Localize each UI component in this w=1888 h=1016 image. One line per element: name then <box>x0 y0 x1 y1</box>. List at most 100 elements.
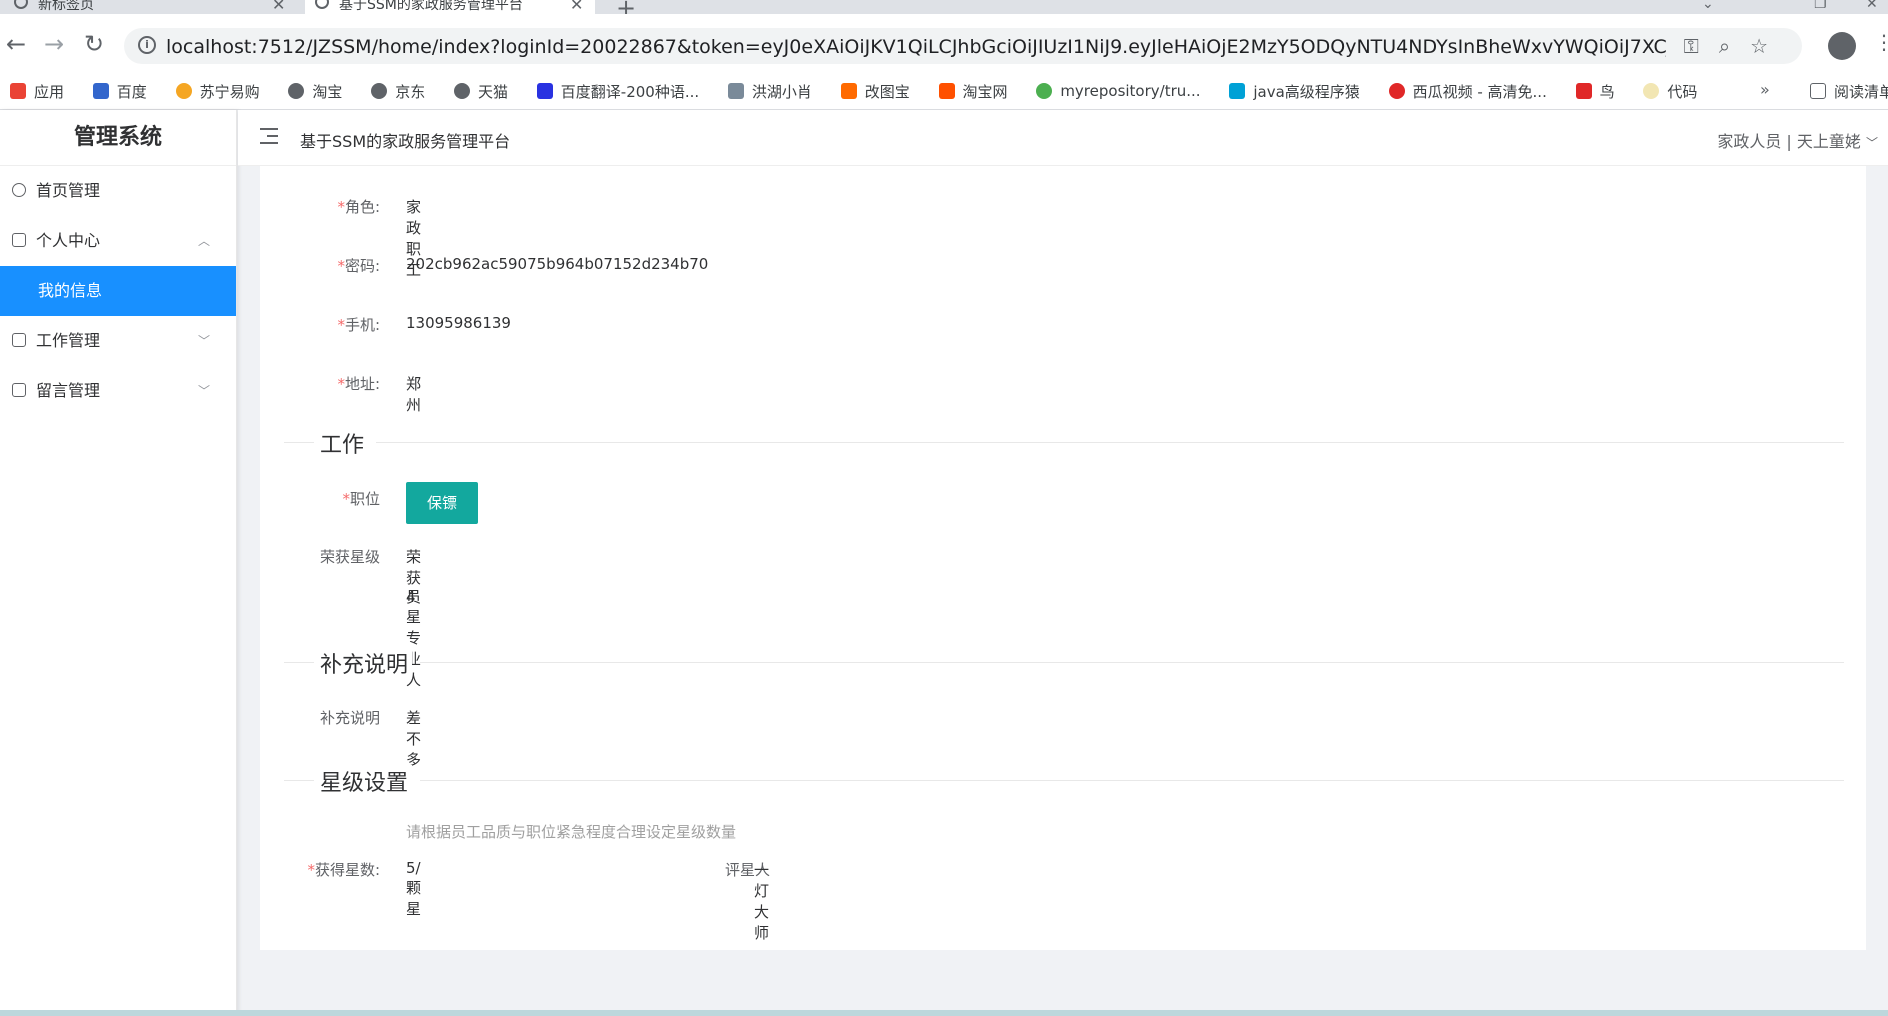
bookmark-code[interactable]: 代码 <box>1643 74 1697 108</box>
bookmark-xigua[interactable]: 西瓜视频 - 高清免... <box>1388 74 1547 108</box>
more-bookmarks-icon[interactable]: » <box>1760 80 1770 99</box>
chevron-down-icon: ﹀ <box>197 334 210 348</box>
section-star-title: 星级设置 <box>316 765 413 797</box>
taobao-icon <box>938 83 955 99</box>
message-icon <box>12 383 26 397</box>
info-icon[interactable]: i <box>138 36 156 54</box>
rater-value: 一灯大师 <box>754 861 770 942</box>
moon-icon <box>1643 83 1660 99</box>
user-dropdown[interactable]: 家政人员 | 天上童姥 ﹀ <box>1717 128 1878 152</box>
bookmark-myrepository[interactable]: myrepository/tru... <box>1036 74 1201 108</box>
address-value: 郑州 <box>406 375 422 414</box>
header-title: 基于SSM的家政服务管理平台 <box>300 132 511 151</box>
globe-icon <box>288 83 305 99</box>
close-window-icon[interactable]: ✕ <box>1866 0 1878 12</box>
position-label: *职位 <box>342 490 380 508</box>
key-icon[interactable]: ⚿ <box>1684 34 1719 58</box>
app-root: 管理系统 首页管理 个人中心 ︿ 我的信息 工作管理 ﹀ 留言管理 ﹀ 基于SS… <box>0 110 1888 1016</box>
globe-icon <box>315 0 329 9</box>
menu-toggle-icon[interactable] <box>260 128 278 144</box>
system-title: 管理系统 <box>0 110 236 166</box>
grid-icon <box>12 333 26 347</box>
sidebar-item-personal-center[interactable]: 个人中心 ︿ <box>0 216 236 266</box>
bookmark-honghu[interactable]: 洪湖小肖 <box>727 74 812 108</box>
honor-label: 荣获星级 <box>319 548 380 566</box>
bookmark-jd[interactable]: 京东 <box>371 74 425 108</box>
tab-search-icon[interactable]: ⌄ <box>1702 0 1714 12</box>
bookmarks-bar: 应用 百度 苏宁易购 淘宝 京东 天猫 百度翻译-200种语... 洪湖小肖 改… <box>0 74 1888 110</box>
globe-icon <box>14 0 28 9</box>
bookmark-niao[interactable]: 鸟 <box>1575 74 1615 108</box>
zoom-icon[interactable]: ⌕ <box>1719 34 1750 58</box>
bookmark-tmall[interactable]: 天猫 <box>453 74 508 108</box>
star-icon[interactable]: ☆ <box>1750 34 1788 58</box>
close-icon[interactable]: ✕ <box>570 0 583 13</box>
stars-label: *获得星数: <box>307 861 380 879</box>
password-label: *密码: <box>337 257 380 275</box>
top-header: 基于SSM的家政服务管理平台 家政人员 | 天上童姥 ﹀ <box>238 110 1888 166</box>
role-label: *角色: <box>337 198 380 216</box>
restore-icon[interactable]: ❐ <box>1814 0 1827 12</box>
bookmark-baidu-translate[interactable]: 百度翻译-200种语... <box>536 74 699 108</box>
omnibox-actions: ⚿⌕☆ <box>1684 34 1788 58</box>
baidu-paw-icon <box>92 83 109 99</box>
bilibili-icon <box>1229 83 1246 99</box>
dashboard-icon <box>12 183 26 197</box>
supplement-label: 补充说明 <box>319 709 380 727</box>
phone-value: 13095986139 <box>406 314 511 332</box>
bookmark-suning[interactable]: 苏宁易购 <box>175 74 260 108</box>
cube-icon <box>12 233 26 247</box>
bookmark-java[interactable]: java高级程序猿 <box>1229 74 1360 108</box>
reload-icon[interactable]: ↻ <box>84 30 104 58</box>
browser-tab-newtab[interactable]: 新标签页 <box>14 0 294 14</box>
browser-tab-active[interactable]: 基于SSM的家政服务管理平台 <box>305 0 595 14</box>
chevron-down-icon: ﹀ <box>1865 136 1878 150</box>
bookmark-apps[interactable]: 应用 <box>10 74 64 108</box>
image-icon <box>840 83 857 99</box>
globe-icon <box>453 83 470 99</box>
profile-card: *角色: 家政职工 *密码: 202cb962ac59075b964b07152… <box>260 166 1866 950</box>
honor-value-line2: 员 <box>406 588 422 606</box>
chrome-icon <box>1036 83 1053 99</box>
translate-icon <box>536 83 553 99</box>
section-work-title: 工作 <box>316 427 369 459</box>
star-hint: 请根据员工品质与职位紧急程度合理设定星级数量 <box>406 822 737 841</box>
play-icon <box>1388 83 1405 99</box>
suning-lion-icon <box>175 83 192 99</box>
sidebar-item-messages[interactable]: 留言管理 ﹀ <box>0 366 236 416</box>
section-supplement: 补充说明 <box>284 647 1844 679</box>
sidebar-item-home[interactable]: 首页管理 <box>0 166 236 216</box>
back-icon[interactable]: ← <box>6 30 26 58</box>
phone-label: *手机: <box>337 316 380 334</box>
bookmark-taobao[interactable]: 淘宝 <box>288 74 342 108</box>
chevron-up-icon: ︿ <box>197 234 210 248</box>
tab-title: 新标签页 <box>38 0 94 13</box>
bookmark-taobaowang[interactable]: 淘宝网 <box>938 74 1008 108</box>
forward-icon[interactable]: → <box>44 30 64 58</box>
more-menu-icon[interactable]: ⋮ <box>1874 30 1888 54</box>
stars-value: 5/颗星 <box>406 859 422 918</box>
apps-grid-icon <box>10 83 26 99</box>
section-work: 工作 <box>284 427 1844 459</box>
browser-toolbar: ← → ↻ i localhost:7512/JZSSM/home/index?… <box>0 14 1888 78</box>
star-hint-row: 请根据员工品质与职位紧急程度合理设定星级数量 <box>406 816 736 846</box>
close-icon[interactable]: ✕ <box>272 0 285 13</box>
sidebar-item-my-info[interactable]: 我的信息 <box>0 266 236 316</box>
globe-icon <box>371 83 388 99</box>
reading-list-icon <box>1810 83 1826 99</box>
position-tag-button[interactable]: 保镖 <box>406 482 478 524</box>
section-star: 星级设置 <box>284 765 1844 797</box>
bird-icon <box>727 83 744 99</box>
sidebar: 管理系统 首页管理 个人中心 ︿ 我的信息 工作管理 ﹀ 留言管理 ﹀ <box>0 110 237 1016</box>
browser-tabstrip: 新标签页 ✕ 基于SSM的家政服务管理平台 ✕ + ⌄ ❐ ✕ <box>0 0 1888 22</box>
tab-title: 基于SSM的家政服务管理平台 <box>339 0 523 13</box>
bookmark-baidu[interactable]: 百度 <box>92 74 147 108</box>
reading-list[interactable]: 阅读清单 <box>1810 74 1888 108</box>
taskbar <box>0 1010 1888 1016</box>
profile-avatar-icon[interactable] <box>1828 32 1856 60</box>
bookmark-gaitubao[interactable]: 改图宝 <box>840 74 910 108</box>
password-value: 202cb962ac59075b964b07152d234b70 <box>406 255 709 273</box>
sidebar-item-work[interactable]: 工作管理 ﹀ <box>0 316 236 366</box>
url-text[interactable]: localhost:7512/JZSSM/home/index?loginId=… <box>166 36 1666 58</box>
address-bar[interactable]: i localhost:7512/JZSSM/home/index?loginI… <box>124 28 1802 64</box>
